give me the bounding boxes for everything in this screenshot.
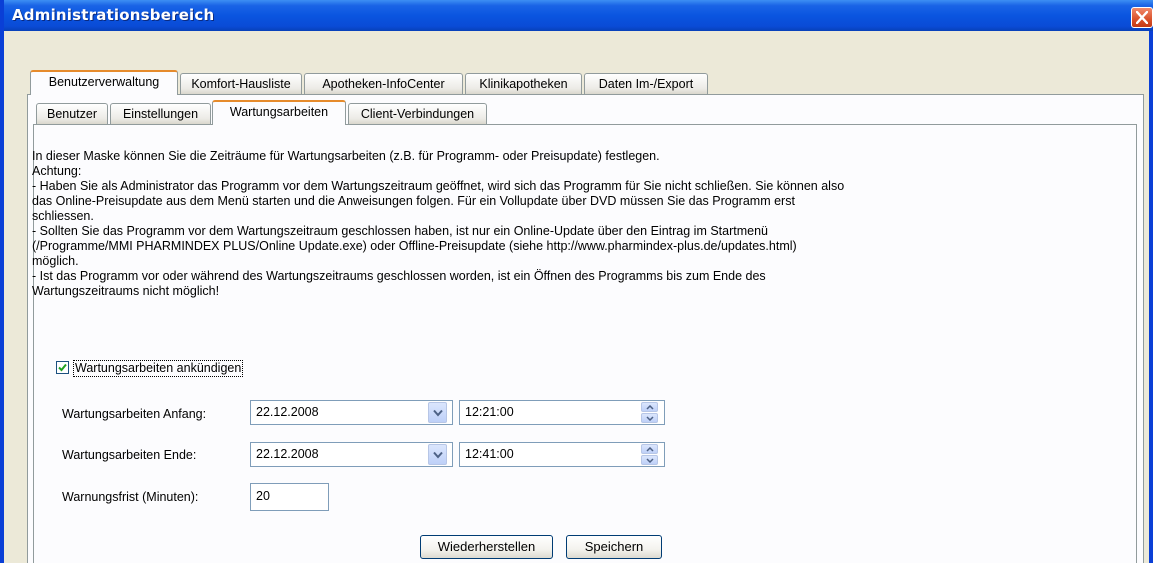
tab-client-verbindungen[interactable]: Client-Verbindungen [348,103,487,125]
start-time-spinner[interactable] [641,402,658,423]
end-date-input[interactable]: 22.12.2008 [250,442,453,467]
info-line: In dieser Maske können Sie die Zeiträume… [32,149,660,163]
tab-benutzerverwaltung[interactable]: Benutzerverwaltung [30,70,178,95]
tab-komfort-hausliste[interactable]: Komfort-Hausliste [180,73,302,95]
restore-button[interactable]: Wiederherstellen [420,535,553,559]
spin-down-button[interactable] [641,413,658,423]
tab-benutzer[interactable]: Benutzer [36,103,108,125]
spin-up-button[interactable] [641,444,658,454]
tab-wartungsarbeiten[interactable]: Wartungsarbeiten [212,100,346,125]
warning-minutes-input[interactable]: 20 [250,483,329,511]
start-date-dropdown[interactable] [428,402,447,423]
info-line: Achtung: [32,164,82,178]
tab-einstellungen[interactable]: Einstellungen [110,103,211,125]
save-button[interactable]: Speichern [566,535,662,559]
info-line: Wartungszeitraums nicht möglich! [32,284,220,298]
end-label: Wartungsarbeiten Ende: [62,448,197,462]
end-date-dropdown[interactable] [428,444,447,465]
announce-checkbox[interactable] [56,361,69,374]
chevron-up-icon [646,405,654,410]
start-time-input[interactable]: 12:21:00 [459,400,665,425]
checkmark-icon [58,363,67,372]
start-label: Wartungsarbeiten Anfang: [62,407,207,421]
chevron-up-icon [646,447,654,452]
spin-down-button[interactable] [641,455,658,465]
tab-daten-import-export[interactable]: Daten Im-/Export [584,73,708,95]
close-icon [1136,11,1148,24]
info-line: - Sollten Sie das Programm vor dem Wartu… [32,224,769,238]
chevron-down-icon [646,458,654,463]
chevron-down-icon [433,451,443,459]
info-line: das Online-Preisupdate aus dem Menü star… [32,194,795,208]
tab-apotheken-infocenter[interactable]: Apotheken-InfoCenter [304,73,463,95]
close-button[interactable] [1131,7,1153,28]
info-line: möglich. [32,254,79,268]
title-bar[interactable]: Administrationsbereich [4,0,1153,31]
info-line: (/Programme/MMI PHARMINDEX PLUS/Online U… [32,239,797,253]
info-line: schliessen. [32,209,94,223]
info-line: - Haben Sie als Administrator das Progra… [32,179,845,193]
info-line: - Ist das Programm vor oder während des … [32,269,766,283]
tab-klinikapotheken[interactable]: Klinikapotheken [465,73,582,95]
end-time-spinner[interactable] [641,444,658,465]
warning-label: Warnungsfrist (Minuten): [62,490,199,504]
chevron-down-icon [433,409,443,417]
end-time-input[interactable]: 12:41:00 [459,442,665,467]
window-title: Administrationsbereich [12,6,215,24]
start-date-input[interactable]: 22.12.2008 [250,400,453,425]
chevron-down-icon [646,416,654,421]
announce-label[interactable]: Wartungsarbeiten ankündigen [73,360,244,377]
info-text: In dieser Maske können Sie die Zeiträume… [32,149,1012,299]
spin-up-button[interactable] [641,402,658,412]
